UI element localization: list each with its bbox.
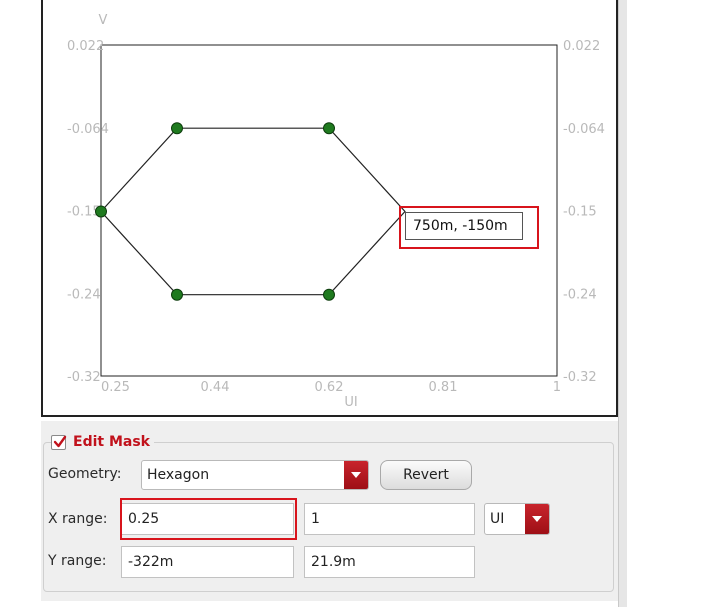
x-tick-label: 0.62 bbox=[315, 380, 344, 395]
y-tick-label: -0.064 bbox=[67, 122, 109, 137]
y-axis-ticks-right: 0.022 -0.064 -0.15 -0.24 -0.32 bbox=[563, 39, 605, 385]
mask-vertex-point[interactable] bbox=[171, 122, 183, 135]
y-min-input[interactable]: -322m bbox=[121, 546, 294, 578]
x-unit-value: UI bbox=[490, 511, 505, 527]
geometry-select[interactable]: Hexagon bbox=[141, 460, 369, 490]
revert-button[interactable]: Revert bbox=[380, 460, 472, 490]
y-range-label: Y range: bbox=[48, 553, 107, 569]
y-tick-label: 0.022 bbox=[67, 39, 104, 54]
geometry-label: Geometry: bbox=[48, 466, 122, 482]
geometry-value: Hexagon bbox=[147, 467, 210, 483]
window-edge bbox=[618, 0, 627, 607]
edit-mask-header: Edit Mask bbox=[51, 432, 154, 452]
mask-editor-window: 0.022 -0.064 -0.15 -0.24 -0.32 0.022 -0.064 -0… bbox=[0, 0, 710, 607]
mask-vertex-point[interactable] bbox=[171, 288, 183, 301]
y-tick-label: -0.24 bbox=[67, 287, 101, 302]
mask-vertex-point[interactable] bbox=[323, 122, 335, 135]
y-tick-label-right: -0.064 bbox=[563, 122, 605, 137]
mask-vertex-point[interactable] bbox=[95, 205, 107, 218]
y-tick-label: -0.32 bbox=[67, 370, 101, 385]
x-axis-ticks: 0.25 0.44 0.62 0.81 1 bbox=[101, 380, 561, 395]
y-axis-label: V bbox=[99, 13, 108, 28]
y-tick-label-right: -0.32 bbox=[563, 370, 597, 385]
chevron-down-icon[interactable] bbox=[525, 504, 549, 534]
x-unit-select[interactable]: UI bbox=[484, 503, 550, 535]
edit-mask-checkbox[interactable] bbox=[51, 434, 67, 450]
x-axis-label: UI bbox=[344, 395, 357, 410]
x-tick-label: 1 bbox=[553, 380, 561, 395]
y-tick-label-right: -0.24 bbox=[563, 287, 597, 302]
chevron-down-icon[interactable] bbox=[344, 461, 368, 489]
x-tick-label: 0.44 bbox=[201, 380, 230, 395]
y-max-input[interactable]: 21.9m bbox=[304, 546, 475, 578]
y-tick-label-right: -0.15 bbox=[563, 205, 597, 220]
x-range-label: X range: bbox=[48, 511, 108, 527]
x-max-input[interactable]: 1 bbox=[304, 503, 475, 535]
check-icon bbox=[53, 435, 67, 447]
x-min-highlight-box bbox=[120, 498, 297, 540]
edit-mask-title: Edit Mask bbox=[73, 434, 150, 450]
x-tick-label: 0.81 bbox=[429, 380, 458, 395]
x-tick-label: 0.25 bbox=[101, 380, 130, 395]
mask-vertex-point[interactable] bbox=[323, 288, 335, 301]
tooltip-highlight-box bbox=[399, 206, 539, 249]
y-tick-label-right: 0.022 bbox=[563, 39, 600, 54]
